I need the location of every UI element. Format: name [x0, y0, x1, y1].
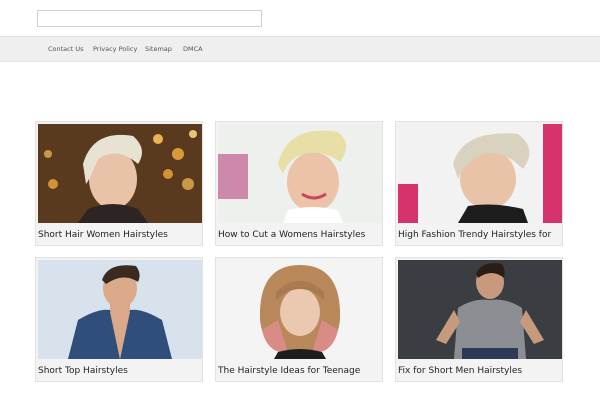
post-card[interactable]: High Fashion Trendy Hairstyles for	[395, 121, 563, 246]
nav-contact-us[interactable]: Contact Us	[48, 45, 84, 53]
post-card[interactable]: Fix for Short Men Hairstyles	[395, 257, 563, 382]
post-card[interactable]: How to Cut a Womens Hairstyles	[215, 121, 383, 246]
post-title[interactable]: Fix for Short Men Hairstyles	[398, 366, 562, 376]
post-title[interactable]: The Hairstyle Ideas for Teenage	[218, 366, 382, 376]
post-title[interactable]: Short Top Hairstyles	[38, 366, 202, 376]
top-navigation: Contact Us Privacy Policy Sitemap DMCA	[0, 36, 600, 62]
post-title[interactable]: High Fashion Trendy Hairstyles for	[398, 230, 562, 240]
nav-sitemap[interactable]: Sitemap	[145, 45, 172, 53]
post-thumbnail[interactable]	[38, 260, 202, 359]
post-thumbnail[interactable]	[218, 124, 382, 223]
nav-privacy-policy[interactable]: Privacy Policy	[93, 45, 137, 53]
post-title[interactable]: How to Cut a Womens Hairstyles	[218, 230, 382, 240]
post-thumbnail[interactable]	[218, 260, 382, 359]
post-card[interactable]: Short Hair Women Hairstyles	[35, 121, 203, 246]
post-thumbnail[interactable]	[398, 124, 562, 223]
post-thumbnail[interactable]	[38, 124, 202, 223]
search-input[interactable]	[37, 10, 262, 27]
post-title[interactable]: Short Hair Women Hairstyles	[38, 230, 202, 240]
nav-dmca[interactable]: DMCA	[183, 45, 203, 53]
post-thumbnail[interactable]	[398, 260, 562, 359]
post-card[interactable]: The Hairstyle Ideas for Teenage	[215, 257, 383, 382]
post-card[interactable]: Short Top Hairstyles	[35, 257, 203, 382]
